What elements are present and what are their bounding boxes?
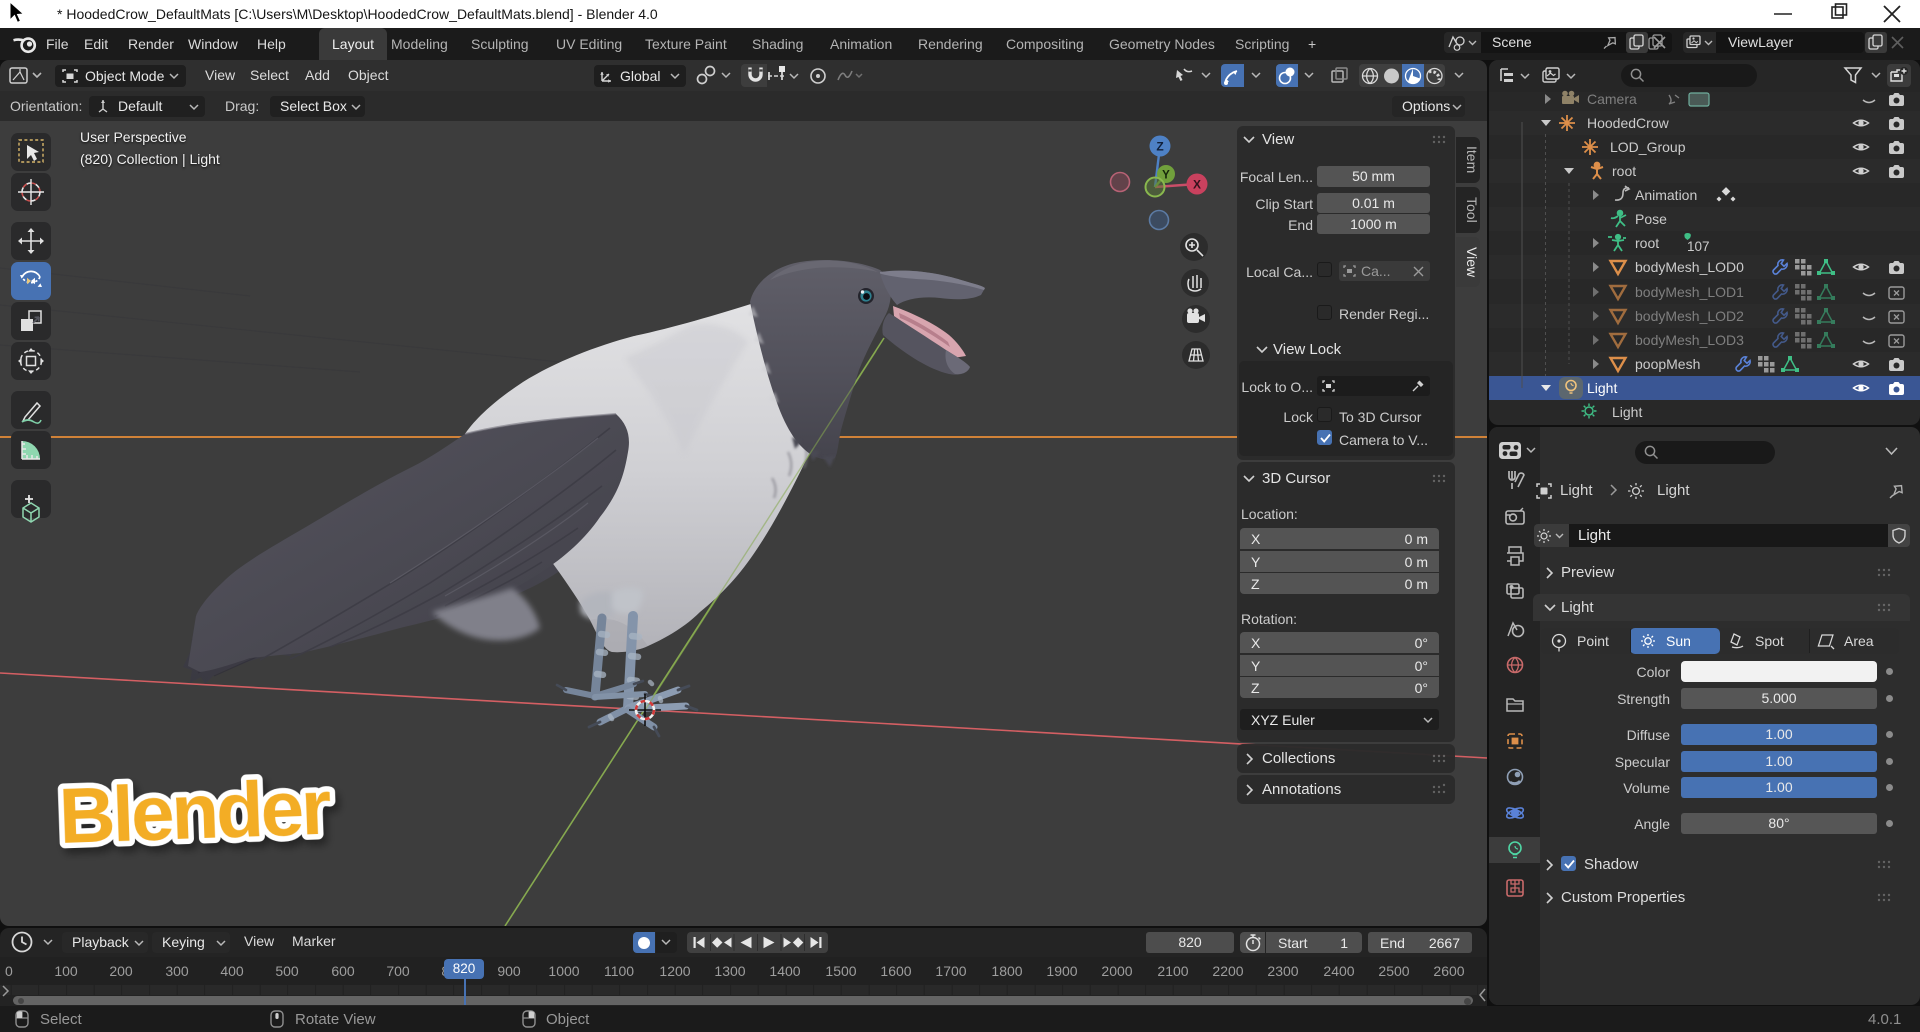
svg-text:Light: Light — [1612, 404, 1642, 420]
svg-text:bodyMesh_LOD0: bodyMesh_LOD0 — [1635, 259, 1744, 275]
svg-text:Animation: Animation — [1635, 187, 1697, 203]
svg-text:root: root — [1635, 235, 1659, 251]
svg-text:bodyMesh_LOD1: bodyMesh_LOD1 — [1635, 284, 1744, 300]
svg-text:HoodedCrow: HoodedCrow — [1587, 115, 1670, 131]
svg-text:Spot: Spot — [1755, 633, 1784, 649]
svg-text:Pose: Pose — [1635, 211, 1667, 227]
svg-text:root: root — [1612, 163, 1636, 179]
svg-text:Camera: Camera — [1587, 91, 1637, 107]
svg-text:poopMesh: poopMesh — [1635, 356, 1700, 372]
svg-text:bodyMesh_LOD3: bodyMesh_LOD3 — [1635, 332, 1744, 348]
svg-text:Blender: Blender — [58, 763, 333, 860]
svg-text:Sun: Sun — [1666, 633, 1691, 649]
svg-text:bodyMesh_LOD2: bodyMesh_LOD2 — [1635, 308, 1744, 324]
svg-text:Y: Y — [1162, 170, 1170, 182]
svg-text:Light: Light — [1587, 380, 1617, 396]
svg-text:107: 107 — [1687, 239, 1710, 254]
svg-text:Area: Area — [1844, 633, 1874, 649]
svg-text:X: X — [1193, 178, 1201, 192]
svg-text:Z: Z — [1156, 140, 1163, 154]
svg-text:Point: Point — [1577, 633, 1609, 649]
svg-text:LOD_Group: LOD_Group — [1610, 139, 1686, 155]
